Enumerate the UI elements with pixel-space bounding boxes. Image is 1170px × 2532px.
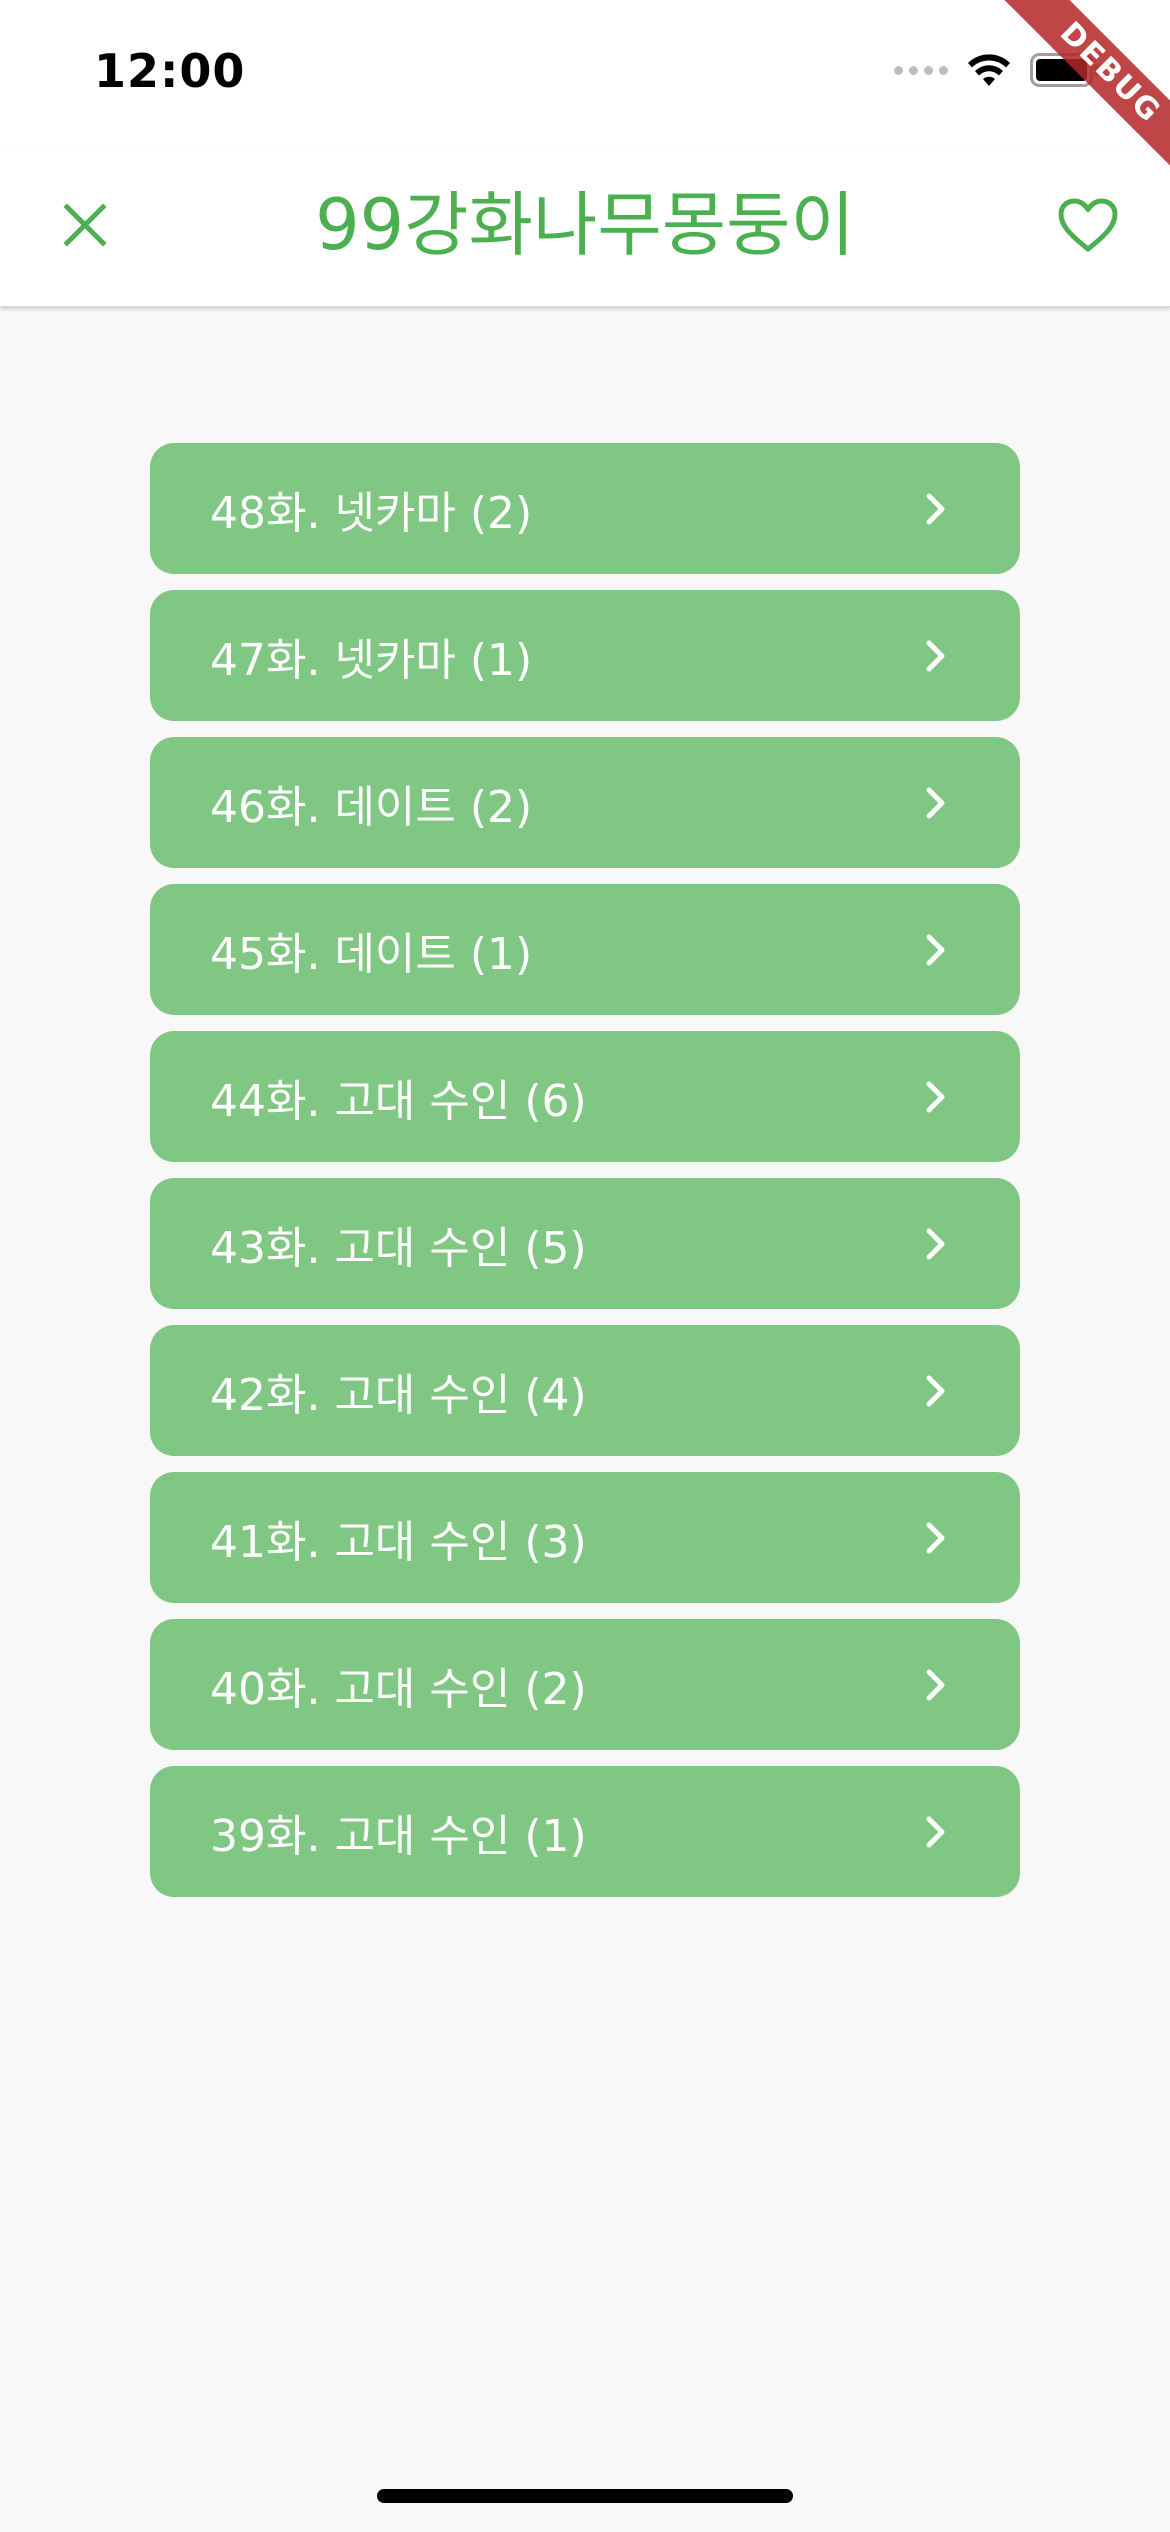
chevron-right-icon <box>916 1224 956 1264</box>
episode-item[interactable]: 39화. 고대 수인 (1) <box>150 1766 1020 1897</box>
episode-label: 43화. 고대 수인 (5) <box>210 1222 587 1274</box>
episode-list: 48화. 넷카마 (2) 47화. 넷카마 (1) 46화. 데이트 (2) 4… <box>150 443 1020 1913</box>
close-icon <box>63 203 107 247</box>
episode-item[interactable]: 43화. 고대 수인 (5) <box>150 1178 1020 1309</box>
chevron-right-icon <box>916 1665 956 1705</box>
episode-label: 40화. 고대 수인 (2) <box>210 1663 587 1715</box>
episode-item[interactable]: 48화. 넷카마 (2) <box>150 443 1020 574</box>
episode-item[interactable]: 47화. 넷카마 (1) <box>150 590 1020 721</box>
heart-outline-icon <box>1058 198 1118 252</box>
home-indicator[interactable] <box>377 2489 793 2503</box>
episode-item[interactable]: 45화. 데이트 (1) <box>150 884 1020 1015</box>
battery-icon <box>1030 53 1099 87</box>
cellular-signal-dots-icon <box>894 65 948 75</box>
status-time: 12:00 <box>94 44 246 98</box>
chevron-right-icon <box>916 1812 956 1852</box>
episode-label: 46화. 데이트 (2) <box>210 781 533 833</box>
episode-label: 45화. 데이트 (1) <box>210 928 533 980</box>
episode-item[interactable]: 42화. 고대 수인 (4) <box>150 1325 1020 1456</box>
status-bar: 12:00 <box>0 0 1170 150</box>
episode-item[interactable]: 40화. 고대 수인 (2) <box>150 1619 1020 1750</box>
episode-label: 39화. 고대 수인 (1) <box>210 1810 587 1862</box>
wifi-icon <box>968 54 1010 86</box>
episode-label: 47화. 넷카마 (1) <box>210 634 533 686</box>
chevron-right-icon <box>916 1371 956 1411</box>
chevron-right-icon <box>916 1077 956 1117</box>
chevron-right-icon <box>916 489 956 529</box>
episode-label: 44화. 고대 수인 (6) <box>210 1075 587 1127</box>
chevron-right-icon <box>916 1518 956 1558</box>
chevron-right-icon <box>916 930 956 970</box>
status-icons <box>894 52 1100 88</box>
page-title: 99강화나무몽둥이 <box>315 184 855 266</box>
chevron-right-icon <box>916 636 956 676</box>
episode-label: 42화. 고대 수인 (4) <box>210 1369 587 1421</box>
episode-item[interactable]: 41화. 고대 수인 (3) <box>150 1472 1020 1603</box>
close-button[interactable] <box>50 190 120 260</box>
favorite-button[interactable] <box>1050 190 1126 260</box>
chevron-right-icon <box>916 783 956 823</box>
episode-label: 41화. 고대 수인 (3) <box>210 1516 587 1568</box>
episode-item[interactable]: 46화. 데이트 (2) <box>150 737 1020 868</box>
episode-label: 48화. 넷카마 (2) <box>210 487 533 539</box>
episode-item[interactable]: 44화. 고대 수인 (6) <box>150 1031 1020 1162</box>
app-bar: 99강화나무몽둥이 <box>0 150 1170 307</box>
